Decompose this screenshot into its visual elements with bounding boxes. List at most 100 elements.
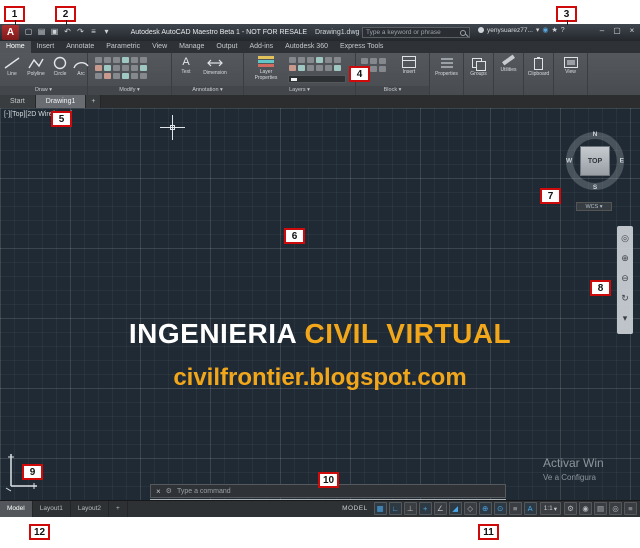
layer-properties-tool[interactable]: Layer Properties — [248, 56, 284, 81]
layout-tab-layout1[interactable]: Layout1 — [33, 501, 71, 517]
save-icon[interactable]: ▣ — [49, 26, 60, 38]
layer-properties-icon — [258, 56, 274, 68]
application-menu-button[interactable]: A — [2, 25, 19, 40]
insert-block-tool[interactable]: Insert — [394, 56, 424, 75]
signin-caret-icon[interactable]: ▾ — [536, 26, 540, 34]
callout-1: 1 — [4, 6, 25, 25]
line-tool[interactable]: Line — [2, 56, 22, 77]
ribbon-tab-express-tools[interactable]: Express Tools — [334, 41, 389, 53]
modify-panel: Modify ▾ — [88, 53, 172, 95]
navigation-wheel-icon[interactable]: ◎ — [617, 228, 633, 248]
ribbon-tab-bar: Home Insert Annotate Parametric View Man… — [0, 41, 640, 53]
scale-caret-icon: ▾ — [553, 505, 557, 513]
utilities-panel[interactable]: Utilities — [494, 53, 524, 95]
layer-dropdown[interactable] — [288, 75, 346, 83]
plot-icon[interactable]: ≡ — [88, 26, 99, 38]
open-file-icon[interactable]: ▤ — [36, 26, 47, 38]
viewcube-north[interactable]: N — [593, 131, 598, 138]
block-panel-label[interactable]: Block ▾ — [356, 86, 429, 95]
new-file-icon[interactable]: ▢ — [23, 26, 34, 38]
layout-tab-layout2[interactable]: Layout2 — [71, 501, 109, 517]
close-button[interactable]: × — [626, 26, 638, 35]
isolate-objects-icon[interactable]: ◎ — [609, 502, 622, 515]
help-icon[interactable]: ? — [561, 27, 565, 34]
ribbon-tab-insert[interactable]: Insert — [31, 41, 61, 53]
ribbon-tab-manage[interactable]: Manage — [173, 41, 210, 53]
viewcube-east[interactable]: E — [620, 158, 624, 165]
help-search-field[interactable]: Type a keyword or phrase — [362, 27, 470, 38]
search-icon[interactable] — [460, 29, 466, 36]
text-tool[interactable]: A Text — [175, 56, 197, 75]
callout-9: 9 — [22, 464, 43, 480]
groups-panel[interactable]: Groups — [464, 53, 494, 95]
exchange-apps-icon[interactable]: ★ — [552, 26, 558, 34]
viewcube-south[interactable]: S — [593, 184, 597, 191]
dimension-tool[interactable]: Dimension — [199, 56, 231, 76]
command-input[interactable]: Type a command — [177, 488, 500, 495]
ortho-icon[interactable]: ∠ — [433, 502, 447, 515]
osnap-icon[interactable]: ⊙ — [493, 502, 507, 515]
ribbon-tab-annotate[interactable]: Annotate — [60, 41, 100, 53]
model-space-label[interactable]: MODEL — [342, 505, 368, 512]
lineweight-icon[interactable]: ≡ — [508, 502, 522, 515]
ribbon-tab-home[interactable]: Home — [0, 41, 31, 53]
polyline-tool[interactable]: Polyline — [24, 56, 48, 77]
pan-icon[interactable]: ⊕ — [617, 248, 633, 268]
annotation-scale-control[interactable]: 1:1 ▾ — [539, 502, 561, 515]
layout-tab-model[interactable]: Model — [0, 501, 33, 517]
a360-sync-icon[interactable]: ◉ — [542, 26, 548, 34]
groups-icon — [472, 58, 486, 71]
signin-username[interactable]: yenysuarez77... — [487, 27, 533, 34]
drawing-canvas[interactable]: [-][Top][2D Wireframe] N W E S TOP WCS ▾… — [0, 108, 640, 500]
ribbon-tab-output[interactable]: Output — [210, 41, 243, 53]
wcs-dropdown[interactable]: WCS ▾ — [576, 202, 612, 211]
quick-properties-icon[interactable]: ▤ — [594, 502, 607, 515]
zoom-icon[interactable]: ⊖ — [617, 268, 633, 288]
redo-icon[interactable]: ↷ — [75, 26, 86, 38]
undo-icon[interactable]: ↶ — [62, 26, 73, 38]
layer-tool-icons[interactable] — [288, 56, 350, 72]
viewcube-top-face[interactable]: TOP — [580, 146, 610, 176]
ribbon-tab-addins[interactable]: Add-ins — [243, 41, 279, 53]
user-icon — [478, 27, 484, 33]
minimize-button[interactable]: – — [596, 26, 608, 35]
layers-panel-label[interactable]: Layers ▾ — [244, 86, 355, 95]
viewcube[interactable]: N W E S TOP — [566, 131, 624, 191]
modify-panel-label[interactable]: Modify ▾ — [88, 86, 171, 95]
ribbon-tab-parametric[interactable]: Parametric — [100, 41, 146, 53]
annotation-panel-label[interactable]: Annotation ▾ — [172, 86, 243, 95]
command-close-icon[interactable]: × — [156, 487, 161, 496]
polar-tracking-icon[interactable]: ◢ — [448, 502, 462, 515]
annotation-monitor-icon[interactable]: ◉ — [579, 502, 592, 515]
sign-in-area[interactable]: yenysuarez77... ▾ ◉ ★ ? — [478, 26, 565, 34]
ribbon-tab-view[interactable]: View — [146, 41, 173, 53]
infer-constraints-icon[interactable]: ⊥ — [403, 502, 417, 515]
grid-icon[interactable]: ▦ — [373, 502, 387, 515]
draw-panel-label[interactable]: Draw ▾ — [0, 86, 87, 95]
callout-4: 4 — [349, 66, 370, 82]
orbit-icon[interactable]: ↻ — [617, 288, 633, 308]
osnap-tracking-icon[interactable]: ⊕ — [478, 502, 492, 515]
customization-icon[interactable]: ≡ — [624, 502, 637, 515]
new-layout-button[interactable]: + — [109, 501, 128, 517]
circle-tool[interactable]: Circle — [50, 56, 70, 77]
file-tab-start[interactable]: Start — [0, 95, 36, 108]
new-drawing-tab-button[interactable]: + — [86, 95, 102, 108]
viewcube-west[interactable]: W — [566, 158, 572, 165]
watermark-title: INGENIERIA CIVIL VIRTUAL — [0, 318, 640, 350]
view-panel[interactable]: View — [554, 53, 588, 95]
properties-panel[interactable]: Properties — [430, 53, 464, 95]
workspace-switching-icon[interactable]: ⚙ — [564, 502, 577, 515]
modify-tool-icons[interactable] — [94, 56, 152, 80]
dynamic-input-icon[interactable]: + — [418, 502, 432, 515]
ribbon-tab-autodesk360[interactable]: Autodesk 360 — [279, 41, 334, 53]
maximize-button[interactable]: ▢ — [611, 26, 623, 35]
file-tab-drawing1[interactable]: Drawing1 — [35, 95, 87, 108]
clipboard-panel[interactable]: Clipboard — [524, 53, 554, 95]
command-customize-icon[interactable]: ⚙ — [166, 487, 172, 495]
isodraft-icon[interactable]: ◇ — [463, 502, 477, 515]
annotation-visibility-icon[interactable]: A — [523, 502, 537, 515]
status-utility-icons: ⚙ ◉ ▤ ◎ ≡ — [564, 502, 637, 515]
qat-dropdown-icon[interactable]: ▾ — [101, 26, 112, 38]
snap-icon[interactable]: ∟ — [388, 502, 402, 515]
